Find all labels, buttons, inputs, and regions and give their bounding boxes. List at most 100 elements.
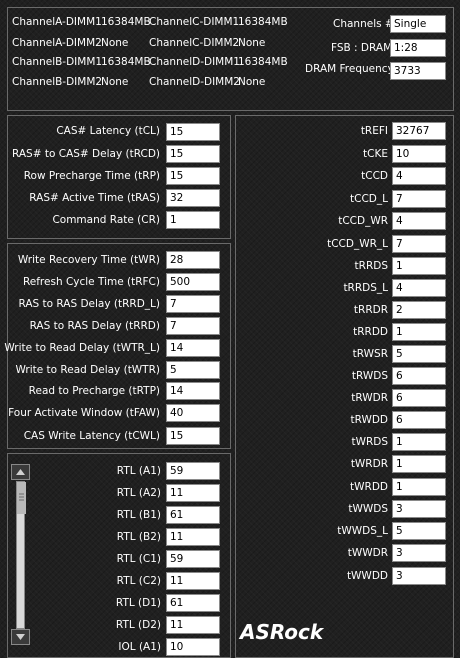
trtp-field[interactable]: 14 [166, 382, 220, 400]
arrow-down-icon [16, 634, 25, 640]
twr-field[interactable]: 28 [166, 251, 220, 269]
rtl-b1-field[interactable]: 61 [166, 506, 220, 524]
dimm-value: 16384MB [238, 16, 288, 28]
dimm-value: 16384MB [101, 16, 151, 28]
trcd-field[interactable]: 15 [166, 145, 220, 163]
trtp-label: Read to Precharge (tRTP) [28, 385, 160, 397]
rtl-b2-label: RTL (B2) [116, 531, 161, 543]
rtl-d2-label: RTL (D2) [115, 619, 161, 631]
dimm-label: ChannelC-DIMM1 [149, 16, 240, 28]
trwsr-label: tRWSR [352, 348, 388, 360]
trfc-field[interactable]: 500 [166, 273, 220, 291]
rtl-b1-label: RTL (B1) [116, 509, 161, 521]
trrd-l-label: RAS to RAS Delay (tRRD_L) [18, 298, 160, 310]
trefi-field[interactable]: 32767 [392, 122, 446, 140]
scroll-track[interactable] [16, 481, 26, 629]
trrds-label: tRRDS [354, 260, 388, 272]
twrdr-field[interactable]: 1 [392, 455, 446, 473]
trp-label: Row Precharge Time (tRP) [23, 170, 160, 182]
tfaw-field[interactable]: 40 [166, 404, 220, 422]
twwdd-label: tWWDD [346, 570, 388, 582]
tccd-label: tCCD [361, 170, 388, 182]
fsb-dram-field[interactable]: 1:28 [390, 39, 446, 57]
dram-frequency-field[interactable]: 3733 [390, 62, 446, 80]
tccd-field[interactable]: 4 [392, 167, 446, 185]
dimm-label: ChannelA-DIMM1 [12, 16, 102, 28]
dimm-label: ChannelB-DIMM1 [12, 56, 103, 68]
rtl-d2-field[interactable]: 11 [166, 616, 220, 634]
dimm-value: None [238, 76, 266, 88]
twrds-label: tWRDS [351, 436, 388, 448]
twwdr-field[interactable]: 3 [392, 544, 446, 562]
rtl-d1-field[interactable]: 61 [166, 594, 220, 612]
tccd-l-field[interactable]: 7 [392, 190, 446, 208]
tcl-label: CAS# Latency (tCL) [56, 125, 160, 137]
trwdd-field[interactable]: 6 [392, 411, 446, 429]
twwdd-field[interactable]: 3 [392, 567, 446, 585]
scroll-up-button[interactable] [11, 464, 30, 480]
trp-field[interactable]: 15 [166, 167, 220, 185]
trrdr-field[interactable]: 2 [392, 301, 446, 319]
trrd-field[interactable]: 7 [166, 317, 220, 335]
twtr-l-label: Write to Read Delay (tWTR_L) [4, 342, 160, 354]
trefi-label: tREFI [360, 125, 388, 137]
tccd-wr-l-label: tCCD_WR_L [327, 238, 388, 250]
trwds-label: tRWDS [351, 370, 388, 382]
trrd-l-field[interactable]: 7 [166, 295, 220, 313]
arrow-up-icon [16, 469, 25, 475]
tras-label: RAS# Active Time (tRAS) [29, 192, 160, 204]
dimm-value: 16384MB [101, 56, 151, 68]
channels-field[interactable]: Single [390, 15, 446, 33]
rtl-a1-field[interactable]: 59 [166, 462, 220, 480]
rtl-a2-field[interactable]: 11 [166, 484, 220, 502]
scroll-down-button[interactable] [11, 629, 30, 645]
tfaw-label: Four Activate Window (tFAW) [8, 407, 160, 419]
twtr-l-field[interactable]: 14 [166, 339, 220, 357]
trwdr-label: tRWDR [351, 392, 388, 404]
iol-a1-field[interactable]: 10 [166, 638, 220, 656]
scroll-thumb[interactable] [16, 482, 35, 514]
channels-label: Channels # [333, 18, 394, 30]
twwdr-label: tWWDR [347, 547, 388, 559]
tcwl-field[interactable]: 15 [166, 427, 220, 445]
trrds-field[interactable]: 1 [392, 257, 446, 275]
rtl-c1-field[interactable]: 59 [166, 550, 220, 568]
twtr-field[interactable]: 5 [166, 361, 220, 379]
rtl-b2-field[interactable]: 11 [166, 528, 220, 546]
rtl-d1-label: RTL (D1) [115, 597, 161, 609]
trcd-label: RAS# to CAS# Delay (tRCD) [12, 148, 160, 160]
tccd-wr-field[interactable]: 4 [392, 212, 446, 230]
trfc-label: Refresh Cycle Time (tRFC) [22, 276, 160, 288]
tras-field[interactable]: 32 [166, 189, 220, 207]
dimm-value: 16384MB [238, 56, 288, 68]
twwds-l-field[interactable]: 5 [392, 522, 446, 540]
twrdr-label: tWRDR [350, 458, 388, 470]
tccd-l-label: tCCD_L [350, 193, 388, 205]
twrdd-field[interactable]: 1 [392, 478, 446, 496]
twrds-field[interactable]: 1 [392, 433, 446, 451]
tcke-field[interactable]: 10 [392, 145, 446, 163]
iol-a1-label: IOL (A1) [118, 641, 161, 653]
tcwl-label: CAS Write Latency (tCWL) [23, 430, 160, 442]
trwsr-field[interactable]: 5 [392, 345, 446, 363]
trwdd-label: tRWDD [350, 414, 388, 426]
twr-label: Write Recovery Time (tWR) [17, 254, 160, 266]
tcl-field[interactable]: 15 [166, 123, 220, 141]
tccd-wr-l-field[interactable]: 7 [392, 235, 446, 253]
rtl-c2-field[interactable]: 11 [166, 572, 220, 590]
twwds-field[interactable]: 3 [392, 500, 446, 518]
asrock-logo: ASRock [240, 620, 324, 644]
trrds-l-field[interactable]: 4 [392, 279, 446, 297]
twtr-label: Write to Read Delay (tWTR) [15, 364, 160, 376]
rtl-a1-label: RTL (A1) [116, 465, 161, 477]
trwds-field[interactable]: 6 [392, 367, 446, 385]
tcke-label: tCKE [363, 148, 388, 160]
twwds-l-label: tWWDS_L [337, 525, 388, 537]
trrdr-label: tRRDR [353, 304, 388, 316]
cr-field[interactable]: 1 [166, 211, 220, 229]
twrdd-label: tWRDD [350, 481, 388, 493]
trrdd-label: tRRDD [353, 326, 388, 338]
trwdr-field[interactable]: 6 [392, 389, 446, 407]
rtl-scrollbar[interactable] [11, 464, 30, 645]
trrdd-field[interactable]: 1 [392, 323, 446, 341]
